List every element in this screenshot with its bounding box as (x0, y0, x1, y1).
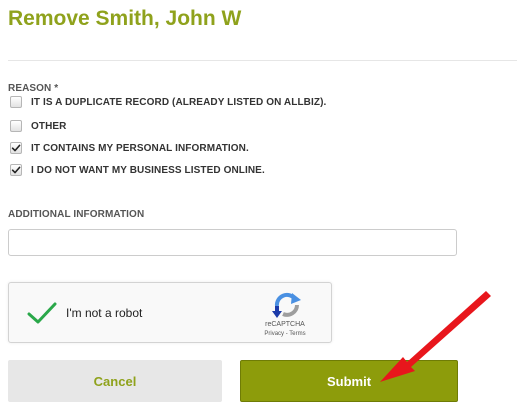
reason-option-label: IT CONTAINS MY PERSONAL INFORMATION. (31, 142, 249, 154)
recaptcha-privacy-link[interactable]: Privacy (264, 331, 284, 337)
reason-option-label: IT IS A DUPLICATE RECORD (ALREADY LISTED… (31, 96, 327, 108)
check-icon (11, 166, 21, 174)
reason-option-label: I DO NOT WANT MY BUSINESS LISTED ONLINE. (31, 164, 265, 176)
reason-label: REASON * (8, 83, 59, 94)
check-icon (11, 144, 21, 152)
reason-checkbox-not-online[interactable] (10, 164, 22, 176)
recaptcha-brand: reCAPTCHA (265, 321, 305, 328)
page-title: Remove Smith, John W (8, 7, 242, 30)
reason-option-not-online[interactable]: I DO NOT WANT MY BUSINESS LISTED ONLINE. (10, 163, 265, 177)
title-divider (8, 60, 517, 61)
reason-option-personal-info[interactable]: IT CONTAINS MY PERSONAL INFORMATION. (10, 141, 249, 155)
recaptcha-label: I'm not a robot (66, 306, 143, 320)
reason-option-label: OTHER (31, 120, 67, 132)
submit-button[interactable]: Submit (240, 360, 458, 402)
reason-checkbox-other[interactable] (10, 120, 22, 132)
reason-checkbox-duplicate[interactable] (10, 96, 22, 108)
additional-info-label: ADDITIONAL INFORMATION (8, 209, 145, 220)
reason-option-other[interactable]: OTHER (10, 119, 67, 133)
recaptcha-widget: I'm not a robot reCAPTCHA Privacy - Term… (8, 282, 332, 343)
reason-checkbox-personal-info[interactable] (10, 142, 22, 154)
cancel-button[interactable]: Cancel (8, 360, 222, 402)
reason-option-duplicate[interactable]: IT IS A DUPLICATE RECORD (ALREADY LISTED… (10, 95, 326, 109)
recaptcha-logo-icon (272, 292, 301, 318)
additional-info-input[interactable] (8, 229, 457, 256)
recaptcha-check-icon[interactable] (27, 301, 57, 325)
recaptcha-links: Privacy - Terms (245, 331, 325, 337)
recaptcha-terms-link[interactable]: Terms (289, 331, 305, 337)
